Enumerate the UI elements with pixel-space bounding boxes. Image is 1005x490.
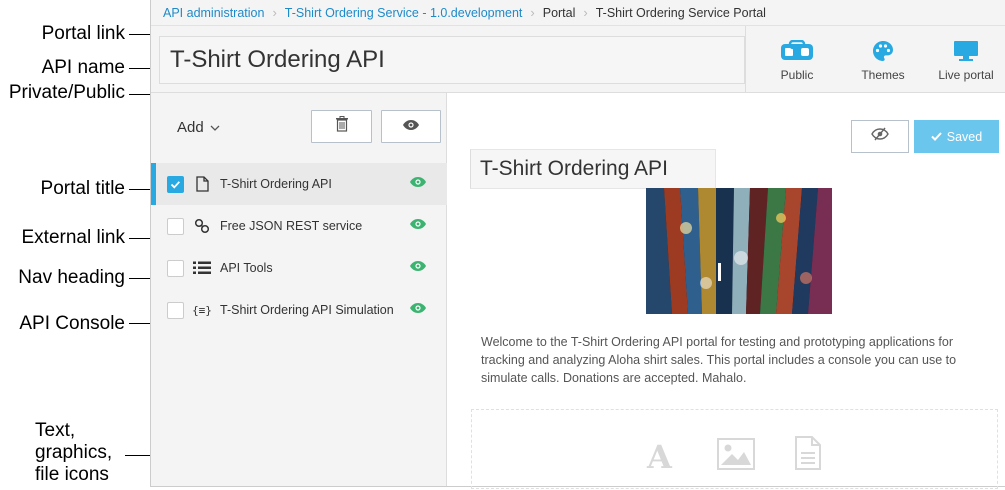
welcome-text[interactable]: Welcome to the T-Shirt Ordering API port… xyxy=(481,333,991,387)
callout-external-link: External link xyxy=(21,227,126,248)
content-dropzone[interactable]: A xyxy=(471,409,998,489)
callout-portal-link: Portal link xyxy=(41,23,125,44)
callout-line xyxy=(129,238,150,239)
divider xyxy=(745,26,746,92)
file-icon[interactable] xyxy=(794,435,822,476)
nav-item-api-console[interactable]: {≡} T-Shirt Ordering API Simulation xyxy=(151,289,447,331)
callout-text-line: graphics, xyxy=(35,442,113,463)
nav-item-label: Free JSON REST service xyxy=(220,219,363,233)
hide-page-button[interactable] xyxy=(851,120,909,153)
breadcrumb-separator: › xyxy=(530,5,535,20)
checkmark-icon xyxy=(170,180,180,189)
checkbox[interactable] xyxy=(167,175,184,193)
callout-api-name: API name xyxy=(41,57,125,78)
callout-line xyxy=(129,323,150,324)
callout-portal-title: Portal title xyxy=(40,178,125,199)
eye-slash-icon xyxy=(870,127,890,146)
palette-icon xyxy=(871,37,895,65)
breadcrumb-current: T-Shirt Ordering Service Portal xyxy=(595,5,766,20)
breadcrumb: API administration › T-Shirt Ordering Se… xyxy=(151,0,1005,26)
add-label: Add xyxy=(177,119,204,136)
public-label: Public xyxy=(780,67,814,82)
aloha-shirts-photo xyxy=(646,188,832,314)
callout-line xyxy=(129,189,150,190)
nav-item-external-link[interactable]: Free JSON REST service xyxy=(151,205,447,247)
delete-button[interactable] xyxy=(311,110,372,143)
breadcrumb-link[interactable]: API administration xyxy=(163,6,264,20)
saved-label: Saved xyxy=(946,129,983,144)
callout-nav-heading: Nav heading xyxy=(18,267,125,288)
nav-item-label: T-Shirt Ordering API Simulation xyxy=(220,303,394,317)
visibility-button[interactable] xyxy=(381,110,441,143)
breadcrumb-link[interactable]: T-Shirt Ordering Service - 1.0.developme… xyxy=(285,6,523,20)
image-icon[interactable] xyxy=(717,438,755,475)
portal-title-field[interactable]: T-Shirt Ordering API xyxy=(470,149,716,189)
nav-item-nav-heading[interactable]: API Tools xyxy=(151,247,447,289)
checkmark-icon xyxy=(931,130,942,144)
nav-item-label: T-Shirt Ordering API xyxy=(220,177,332,191)
eye-icon[interactable] xyxy=(409,301,427,319)
hero-image[interactable] xyxy=(646,188,832,314)
api-name-field[interactable]: T-Shirt Ordering API xyxy=(159,36,745,84)
eye-icon[interactable] xyxy=(409,259,427,277)
monitor-icon xyxy=(953,37,979,65)
live-portal-label: Live portal xyxy=(938,67,994,82)
callout-private-public: Private/Public xyxy=(8,82,125,103)
saved-button[interactable]: Saved xyxy=(914,120,999,153)
callout-text-line: file icons xyxy=(35,464,109,485)
public-toggle-button[interactable]: Public xyxy=(765,26,829,92)
page-icon xyxy=(193,175,211,193)
text-icon[interactable]: A xyxy=(647,438,672,476)
callout-text-graphics: Text, graphics, file icons xyxy=(35,420,112,486)
add-dropdown[interactable]: Add xyxy=(177,119,220,136)
nav-item-portal-title[interactable]: T-Shirt Ordering API xyxy=(151,163,447,205)
navigation-panel: Add T-Shirt Ordering API Free JSON REST … xyxy=(151,93,447,486)
eye-icon xyxy=(402,118,420,136)
breadcrumb-separator: › xyxy=(583,5,588,20)
page-editor: Saved T-Shirt Ordering API Welcome to th… xyxy=(448,93,1005,489)
callout-line xyxy=(129,278,150,279)
breadcrumb-item: Portal xyxy=(542,5,576,20)
checkbox[interactable] xyxy=(167,217,184,235)
eye-icon[interactable] xyxy=(409,175,427,193)
nav-item-label: API Tools xyxy=(220,261,273,275)
trash-icon xyxy=(335,116,349,137)
themes-label: Themes xyxy=(861,67,905,82)
callout-text-line: Text, xyxy=(35,420,76,441)
link-icon xyxy=(193,217,211,235)
breadcrumb-separator: › xyxy=(272,5,277,20)
checkbox[interactable] xyxy=(167,259,184,277)
list-icon xyxy=(193,259,211,277)
eye-icon[interactable] xyxy=(409,217,427,235)
chevron-down-icon xyxy=(210,119,220,136)
header: T-Shirt Ordering API Public Themes Live … xyxy=(151,26,1005,93)
console-icon: {≡} xyxy=(192,303,212,317)
live-portal-button[interactable]: Live portal xyxy=(931,26,1001,92)
themes-button[interactable]: Themes xyxy=(849,26,917,92)
callout-api-console: API Console xyxy=(19,313,125,334)
toggle-switch-icon xyxy=(780,37,814,65)
checkbox[interactable] xyxy=(167,301,184,319)
portal-editor-window: API administration › T-Shirt Ordering Se… xyxy=(150,0,1005,489)
